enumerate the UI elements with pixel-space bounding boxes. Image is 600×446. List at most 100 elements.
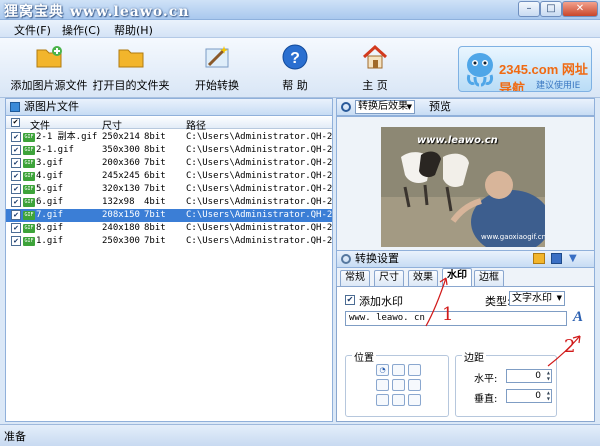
add-watermark-checkbox[interactable]: ✔ <box>345 295 355 305</box>
row-path: C:\Users\Administrator.QH-2... <box>186 197 332 207</box>
row-size: 245x245 <box>102 171 140 181</box>
toolbar: 添加图片源文件 打开目的文件夹 开始转换 ? 帮 助 主 页 2345.com … <box>0 38 600 98</box>
table-row[interactable]: ✔ GIF 7.gif 208x150 7bit C:\Users\Administrat… <box>6 209 332 222</box>
table-row[interactable]: ✔ GIF 3.gif 200x360 7bit C:\Users\Administrat… <box>6 157 332 170</box>
position-cell[interactable] <box>376 379 389 391</box>
menu-file[interactable]: 文件(F) <box>14 22 51 38</box>
row-path: C:\Users\Administrator.QH-2... <box>186 184 332 194</box>
title-bar: 狸窝宝典 www.leawo.cn – □ ✕ <box>0 0 600 20</box>
home-icon <box>362 44 388 69</box>
position-cell[interactable] <box>376 394 389 406</box>
row-path: C:\Users\Administrator.QH-2... <box>186 210 332 220</box>
col-size[interactable]: 尺寸 <box>102 117 122 132</box>
gear-icon <box>341 254 351 264</box>
preview-mode-select[interactable]: 转换后效果 ▼ <box>355 100 415 114</box>
row-size: 208x150 <box>102 210 140 220</box>
table-row[interactable]: ✔ GIF 8.gif 240x180 8bit C:\Users\Administrat… <box>6 222 332 235</box>
row-bit: 4bit <box>144 197 166 207</box>
source-panel-title: 源图片文件 <box>24 100 79 113</box>
help-icon: ? <box>282 44 308 70</box>
row-size: 250x300 <box>102 236 140 246</box>
preview-header: 转换后效果 ▼ 预览 <box>336 98 595 116</box>
preview-image: www.leawo.cn www.gaoxiaogif.cn <box>381 127 545 247</box>
window-title: 狸窝宝典 www.leawo.cn <box>4 4 190 20</box>
row-file-name: 8.gif <box>36 223 64 233</box>
file-list-header: ✔ 文件 尺寸 路径 <box>6 117 332 132</box>
octopus-logo-icon <box>467 53 493 87</box>
gif-file-icon: GIF <box>23 237 35 246</box>
position-cell[interactable] <box>408 379 421 391</box>
row-checkbox[interactable]: ✔ <box>11 223 21 233</box>
row-size: 350x300 <box>102 145 140 155</box>
menu-operate[interactable]: 操作(C) <box>62 22 100 38</box>
home-button[interactable]: 主 页 <box>330 40 420 96</box>
brand-top-link[interactable]: 建议使用IE <box>536 78 580 91</box>
source-panel: 源图片文件 ✔ 文件 尺寸 路径 ✔ GIF 2-1 副本.gif 250x214 8b… <box>5 98 333 422</box>
save-icon[interactable] <box>551 253 562 264</box>
vertical-margin-spinner[interactable]: 0 <box>506 389 552 403</box>
start-convert-button[interactable]: 开始转换 <box>172 40 262 96</box>
settings-header: 转换设置 ▼ <box>336 250 595 268</box>
row-size: 240x180 <box>102 223 140 233</box>
gif-file-icon: GIF <box>23 185 35 194</box>
col-file[interactable]: 文件 <box>30 117 50 132</box>
row-path: C:\Users\Administrator.QH-2... <box>186 158 332 168</box>
row-file-name: 1.gif <box>36 236 64 246</box>
add-folder-icon <box>36 46 62 68</box>
row-checkbox[interactable]: ✔ <box>11 145 21 155</box>
gif-file-icon: GIF <box>23 133 35 142</box>
row-file-name: 6.gif <box>36 197 64 207</box>
minimize-button[interactable]: – <box>518 1 540 17</box>
row-bit: 8bit <box>144 145 166 155</box>
row-bit: 7bit <box>144 236 166 246</box>
position-cell[interactable] <box>408 394 421 406</box>
add-source-button[interactable]: 添加图片源文件 <box>4 40 94 96</box>
select-all-checkbox[interactable]: ✔ <box>11 118 20 127</box>
row-file-name: 2-1.gif <box>36 145 74 155</box>
table-row[interactable]: ✔ GIF 5.gif 320x130 7bit C:\Users\Administrat… <box>6 183 332 196</box>
menu-help[interactable]: 帮助(H) <box>114 22 153 38</box>
position-cell[interactable]: ◔ <box>376 364 389 376</box>
app-window: 狸窝宝典 www.leawo.cn – □ ✕ 文件(F) 操作(C) 帮助(H… <box>0 0 600 446</box>
magnifier-icon <box>341 102 351 112</box>
table-row[interactable]: ✔ GIF 2-1.gif 350x300 8bit C:\Users\Administr… <box>6 144 332 157</box>
dropdown-arrow-icon[interactable]: ▼ <box>569 251 577 267</box>
row-checkbox[interactable]: ✔ <box>11 132 21 142</box>
close-button[interactable]: ✕ <box>562 1 598 17</box>
row-checkbox[interactable]: ✔ <box>11 158 21 168</box>
row-bit: 6bit <box>144 171 166 181</box>
row-size: 200x360 <box>102 158 140 168</box>
table-row[interactable]: ✔ GIF 4.gif 245x245 6bit C:\Users\Administrat… <box>6 170 332 183</box>
row-file-name: 7.gif <box>36 210 64 220</box>
row-path: C:\Users\Administrator.QH-2... <box>186 145 332 155</box>
row-size: 250x214 <box>102 132 140 142</box>
tab-1[interactable]: 尺寸 <box>374 270 404 286</box>
row-checkbox[interactable]: ✔ <box>11 236 21 246</box>
help-button[interactable]: ? 帮 助 <box>250 40 340 96</box>
annotation-label-2: 2 <box>564 336 576 357</box>
position-cell[interactable] <box>392 379 405 391</box>
row-checkbox[interactable]: ✔ <box>11 197 21 207</box>
tab-0[interactable]: 常规 <box>340 270 370 286</box>
row-checkbox[interactable]: ✔ <box>11 184 21 194</box>
open-folder-icon[interactable] <box>533 253 545 264</box>
open-folder-button[interactable]: 打开目的文件夹 <box>86 40 176 96</box>
preview-corner-text: www.gaoxiaogif.cn <box>481 233 545 241</box>
row-checkbox[interactable]: ✔ <box>11 210 21 220</box>
maximize-button[interactable]: □ <box>540 1 562 17</box>
table-row[interactable]: ✔ GIF 6.gif 132x98 4bit C:\Users\Administrato… <box>6 196 332 209</box>
status-bar: 准备 <box>0 424 600 446</box>
position-cell[interactable] <box>392 364 405 376</box>
gif-file-icon: GIF <box>23 224 35 233</box>
image-icon <box>10 102 20 112</box>
row-path: C:\Users\Administrator.QH-2... <box>186 223 332 233</box>
table-row[interactable]: ✔ GIF 2-1 副本.gif 250x214 8bit C:\Users\Admini… <box>6 131 332 144</box>
menu-bar: 文件(F) 操作(C) 帮助(H) <box>0 20 600 38</box>
row-checkbox[interactable]: ✔ <box>11 171 21 181</box>
position-cell[interactable] <box>392 394 405 406</box>
table-row[interactable]: ✔ GIF 1.gif 250x300 7bit C:\Users\Administrat… <box>6 235 332 248</box>
annotation-overlay <box>425 277 581 367</box>
row-path: C:\Users\Administrator.QH-2... <box>186 236 332 246</box>
row-path: C:\Users\Administrator.QH-2... <box>186 171 332 181</box>
col-path[interactable]: 路径 <box>186 117 206 132</box>
